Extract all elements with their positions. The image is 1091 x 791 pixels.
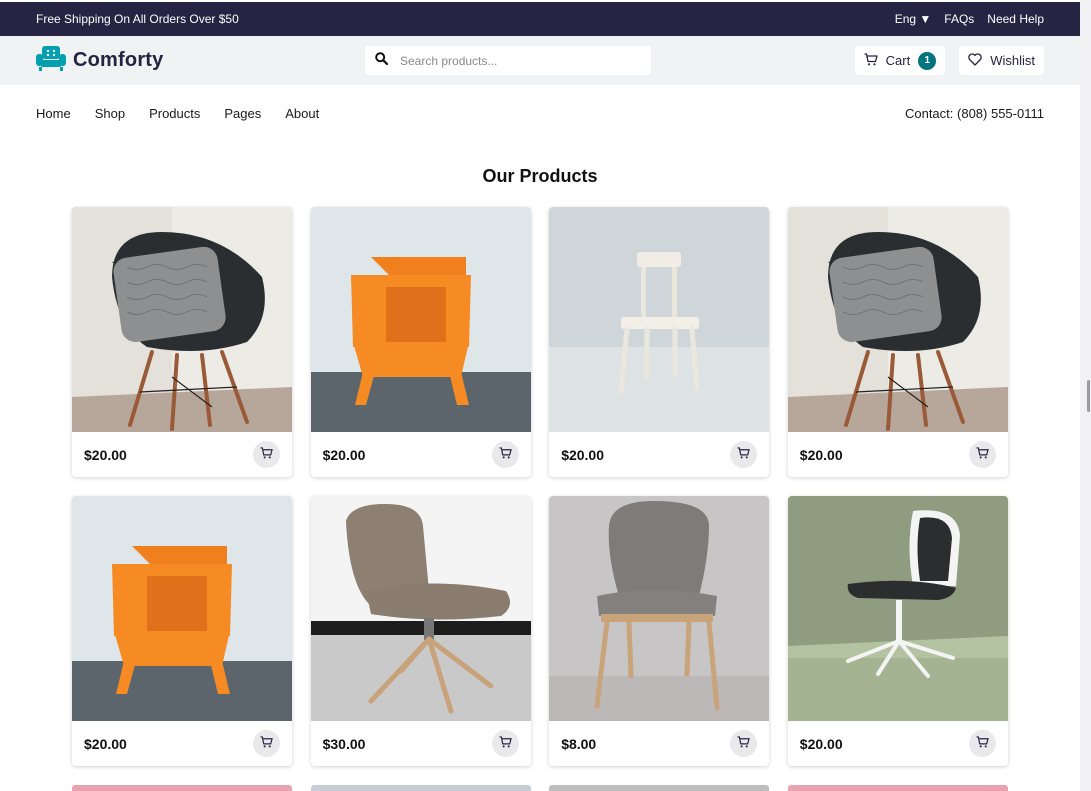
main-nav: Home Shop Products Pages About Contact: … [0, 85, 1080, 141]
orange-chair-image[interactable] [310, 207, 531, 432]
product-card-peek[interactable] [788, 785, 1008, 791]
cart-icon [499, 735, 512, 753]
product-price: $20.00 [84, 446, 127, 463]
page: Free Shipping On All Orders Over $50 Eng… [0, 0, 1091, 791]
search-icon [375, 51, 389, 70]
search-input[interactable] [400, 53, 630, 68]
add-to-cart-button[interactable] [968, 730, 996, 757]
gray-upholstered-chair-image[interactable] [549, 496, 770, 721]
nav-pages[interactable]: Pages [224, 106, 261, 121]
contact-label: Contact: [904, 105, 954, 121]
black-shell-chair-image[interactable] [787, 207, 1008, 432]
orange-chair-image[interactable] [72, 496, 292, 721]
gray-lounge-chair-image[interactable] [310, 496, 531, 721]
add-to-cart-button[interactable] [730, 441, 758, 468]
cart-count-badge: 1 [918, 51, 937, 70]
nav-home[interactable]: Home [36, 106, 71, 121]
cart-label: Cart [885, 53, 911, 68]
need-help-link[interactable]: Need Help [987, 12, 1044, 26]
cart-icon [260, 446, 273, 464]
scrollbar-thumb[interactable] [1087, 380, 1090, 412]
section-title: Our Products [482, 166, 598, 186]
contact-phone[interactable]: (808) 555-0111 [957, 106, 1044, 121]
cart-button[interactable]: Cart 1 [854, 46, 946, 75]
heart-icon [968, 52, 982, 69]
shipping-promo: Free Shipping On All Orders Over $50 [36, 12, 239, 26]
scrollbar-track[interactable] [1080, 0, 1091, 791]
nav-products[interactable]: Products [149, 106, 200, 121]
product-card[interactable]: $20.00 [549, 207, 770, 477]
product-card-peek[interactable] [72, 785, 292, 791]
product-price: $20.00 [799, 446, 843, 463]
top-bar: Free Shipping On All Orders Over $50 Eng… [0, 2, 1080, 36]
wishlist-button[interactable]: Wishlist [959, 46, 1044, 75]
product-grid: $20.00 $20.00 $20.00 $20.00 $20.00 $30.0… [72, 207, 1008, 766]
add-to-cart-button[interactable] [253, 441, 280, 468]
product-price: $8.00 [561, 735, 597, 752]
product-price: $30.00 [322, 735, 366, 752]
cart-icon [737, 735, 751, 753]
product-card[interactable]: $20.00 [310, 207, 531, 477]
add-to-cart-button[interactable] [253, 730, 280, 757]
contact-info: Contact: (808) 555-0111 [905, 106, 1044, 121]
white-wooden-chair-image[interactable] [549, 207, 770, 432]
language-label: Eng [894, 12, 917, 26]
logo[interactable]: Comforty [36, 44, 365, 77]
faqs-link[interactable]: FAQs [944, 12, 974, 26]
add-to-cart-button[interactable] [968, 441, 996, 468]
armchair-logo-icon [36, 44, 66, 77]
nav-shop[interactable]: Shop [95, 106, 125, 121]
cart-icon [976, 446, 989, 464]
nav-about[interactable]: About [285, 106, 319, 121]
product-card[interactable]: $20.00 [787, 207, 1008, 477]
search-box[interactable] [365, 46, 651, 75]
product-card-peek[interactable] [549, 785, 769, 791]
cart-icon [864, 52, 878, 69]
product-card-peek[interactable] [311, 785, 531, 791]
product-price: $20.00 [561, 446, 605, 463]
add-to-cart-button[interactable] [491, 441, 519, 468]
add-to-cart-button[interactable] [491, 730, 519, 757]
white-office-chair-image[interactable] [787, 496, 1008, 721]
cart-icon [260, 735, 273, 753]
product-price: $20.00 [322, 446, 366, 463]
product-price: $20.00 [799, 735, 843, 752]
product-card[interactable]: $30.00 [310, 496, 531, 766]
cart-icon [499, 446, 512, 464]
header: Comforty Cart 1 Wishlist [0, 36, 1080, 85]
language-select[interactable]: Eng ▼ [895, 12, 932, 26]
product-card[interactable]: $20.00 [787, 496, 1008, 766]
cart-icon [737, 446, 751, 464]
product-card[interactable]: $20.00 [72, 496, 292, 766]
cart-icon [976, 735, 989, 753]
wishlist-label: Wishlist [990, 53, 1035, 68]
product-card[interactable]: $8.00 [549, 496, 770, 766]
add-to-cart-button[interactable] [730, 730, 758, 757]
product-card[interactable]: $20.00 [72, 207, 292, 477]
black-shell-chair-image[interactable] [72, 207, 292, 432]
caret-down-icon: ▼ [919, 12, 932, 26]
product-price: $20.00 [84, 735, 127, 752]
brand-name: Comforty [73, 49, 164, 71]
